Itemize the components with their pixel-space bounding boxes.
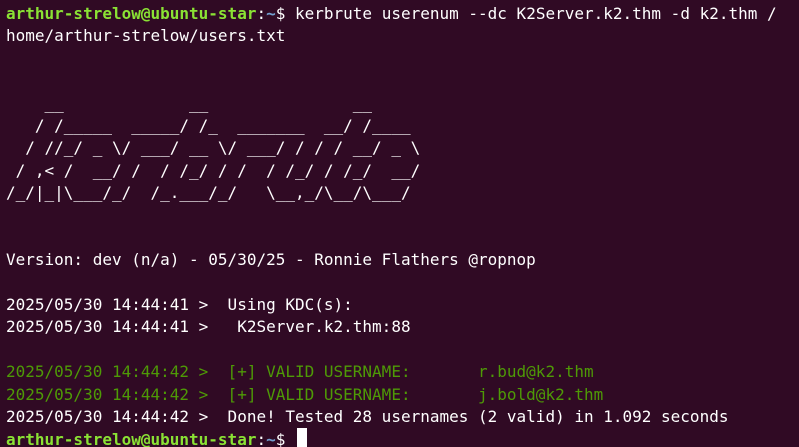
version-line: Version: dev (n/a) - 05/30/25 - Ronnie F… xyxy=(6,250,536,270)
ascii-banner-line: __ __ __ xyxy=(6,93,421,113)
ascii-banner-line: /_/|_|\___/_/ /_.___/_/ \__,_/\__/\___/ xyxy=(6,183,421,203)
summary-line: 2025/05/30 14:44:42 > Done! Tested 28 us… xyxy=(6,407,729,427)
ascii-banner-line: / ,< / __/ / / /_/ / / / /_/ / /_/ __/ xyxy=(6,160,421,180)
prompt-dollar: $ xyxy=(275,430,295,447)
prompt-path: ~ xyxy=(266,4,276,23)
command-line: arthur-strelow@ubuntu-star:~$ kerbrute u… xyxy=(6,3,799,25)
prompt-user-host: arthur-strelow@ubuntu-star xyxy=(6,430,257,447)
terminal-window[interactable]: arthur-strelow@ubuntu-star:~$ kerbrute u… xyxy=(0,0,799,447)
prompt-path: ~ xyxy=(266,430,276,447)
command-text: kerbrute userenum --dc K2Server.k2.thm -… xyxy=(295,4,777,23)
command-text-wrapped: home/arthur-strelow/users.txt xyxy=(6,26,286,46)
prompt-dollar: $ xyxy=(275,4,295,23)
valid-username-line: 2025/05/30 14:44:42 > [+] VALID USERNAME… xyxy=(6,384,604,404)
valid-username-line: 2025/05/30 14:44:42 > [+] VALID USERNAME… xyxy=(6,362,594,382)
text-cursor[interactable] xyxy=(297,428,307,447)
log-line: 2025/05/30 14:44:41 > Using KDC(s): xyxy=(6,295,353,315)
log-line: 2025/05/30 14:44:41 > K2Server.k2.thm:88 xyxy=(6,317,411,337)
ascii-banner-line: / //_/ _ \/ ___/ __ \/ ___/ / / / __/ _ … xyxy=(6,138,421,158)
prompt-colon: : xyxy=(256,430,267,447)
prompt-colon: : xyxy=(256,4,267,23)
final-prompt-line[interactable]: arthur-strelow@ubuntu-star:~$ xyxy=(6,428,799,447)
prompt-user-host: arthur-strelow@ubuntu-star xyxy=(6,4,257,23)
ascii-banner-line: / /_____ _____/ /_ _______ __/ /____ xyxy=(6,115,421,135)
